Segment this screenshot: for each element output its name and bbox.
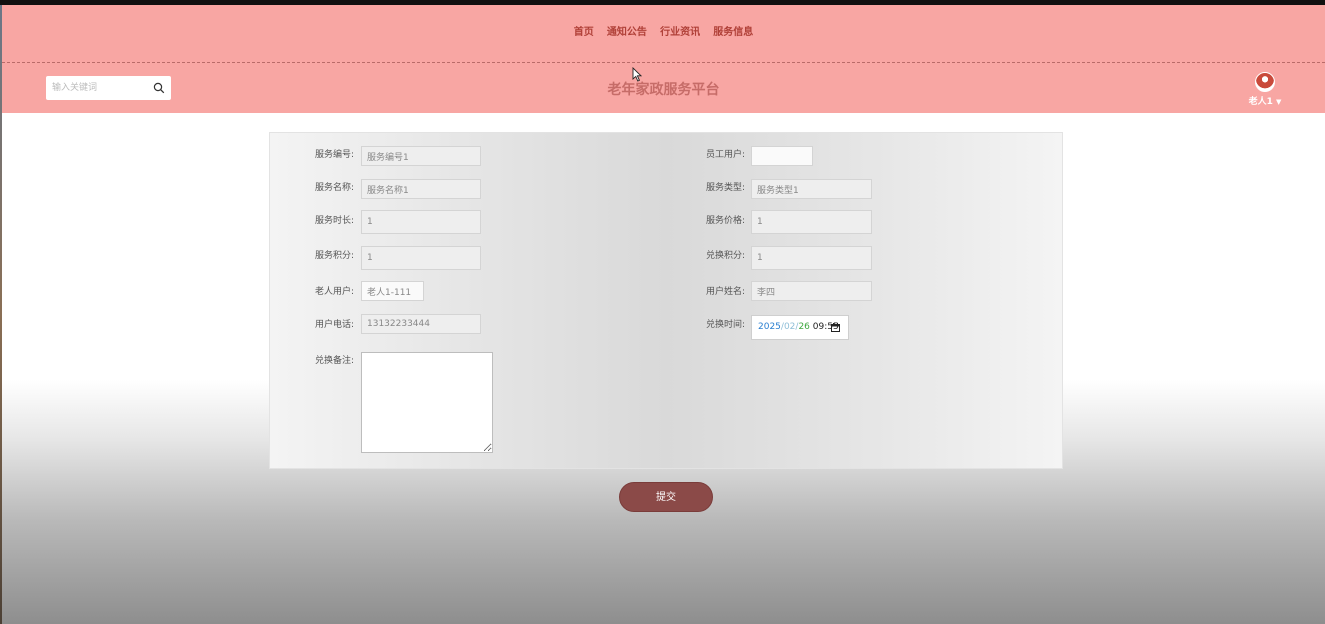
- service-type-input[interactable]: [751, 179, 872, 199]
- user-realname-input[interactable]: [751, 281, 872, 301]
- exchange-points-input[interactable]: [751, 246, 872, 270]
- user-realname-label: 用户姓名:: [705, 287, 745, 297]
- exchange-points-label: 兑换积分:: [705, 251, 745, 261]
- chevron-down-icon[interactable]: ▼: [1276, 98, 1281, 106]
- nav-item-news[interactable]: 行业资讯: [660, 23, 700, 38]
- nav-divider: [2, 62, 1325, 63]
- staff-user-select[interactable]: [751, 146, 813, 166]
- service-duration-label: 服务时长:: [314, 216, 354, 226]
- user-phone-label: 用户电话:: [314, 320, 354, 330]
- service-price-input[interactable]: [751, 210, 872, 234]
- exchange-time-year: 2025: [758, 322, 781, 332]
- nav-item-services[interactable]: 服务信息: [713, 23, 753, 38]
- service-name-label: 服务名称:: [314, 183, 354, 193]
- site-title: 老年家政服务平台: [607, 82, 720, 98]
- nav-item-home[interactable]: 首页: [574, 23, 594, 38]
- calendar-icon[interactable]: [831, 323, 840, 332]
- submit-button[interactable]: 提交: [619, 482, 713, 512]
- service-number-input[interactable]: [361, 146, 481, 166]
- service-price-label: 服务价格:: [705, 216, 745, 226]
- service-points-input[interactable]: [361, 246, 481, 270]
- user-phone-input[interactable]: [361, 314, 481, 334]
- exchange-time-label: 兑换时间:: [705, 320, 745, 330]
- exchange-time-day: 26: [798, 322, 810, 332]
- service-name-input[interactable]: [361, 179, 481, 199]
- service-number-label: 服务编号:: [314, 150, 354, 160]
- staff-user-label: 员工用户:: [705, 150, 745, 160]
- site-header: 首页 通知公告 行业资讯 服务信息 老年家政服务平台 老人1▼: [2, 5, 1325, 113]
- elder-user-label: 老人用户:: [314, 287, 354, 297]
- exchange-remark-textarea[interactable]: [361, 352, 493, 453]
- service-duration-input[interactable]: [361, 210, 481, 234]
- mouse-cursor-icon: [632, 67, 642, 82]
- user-name: 老人1: [1248, 97, 1273, 107]
- exchange-form: 服务编号: 服务名称: 服务时长: 服务积分: 老人用户: 用户电话: 兑换备注…: [269, 132, 1063, 469]
- user-menu[interactable]: 老人1 ▼: [1245, 72, 1285, 108]
- avatar[interactable]: [1255, 72, 1275, 92]
- exchange-remark-label: 兑换备注:: [314, 356, 354, 366]
- service-points-label: 服务积分:: [314, 251, 354, 261]
- service-type-label: 服务类型:: [705, 183, 745, 193]
- elder-user-select[interactable]: [361, 281, 424, 301]
- main-nav: 首页 通知公告 行业资讯 服务信息: [2, 23, 1325, 38]
- exchange-time-picker[interactable]: 2025/02/26 09:55: [751, 315, 849, 340]
- exchange-time-month: 02: [783, 322, 796, 332]
- nav-item-notices[interactable]: 通知公告: [607, 23, 647, 38]
